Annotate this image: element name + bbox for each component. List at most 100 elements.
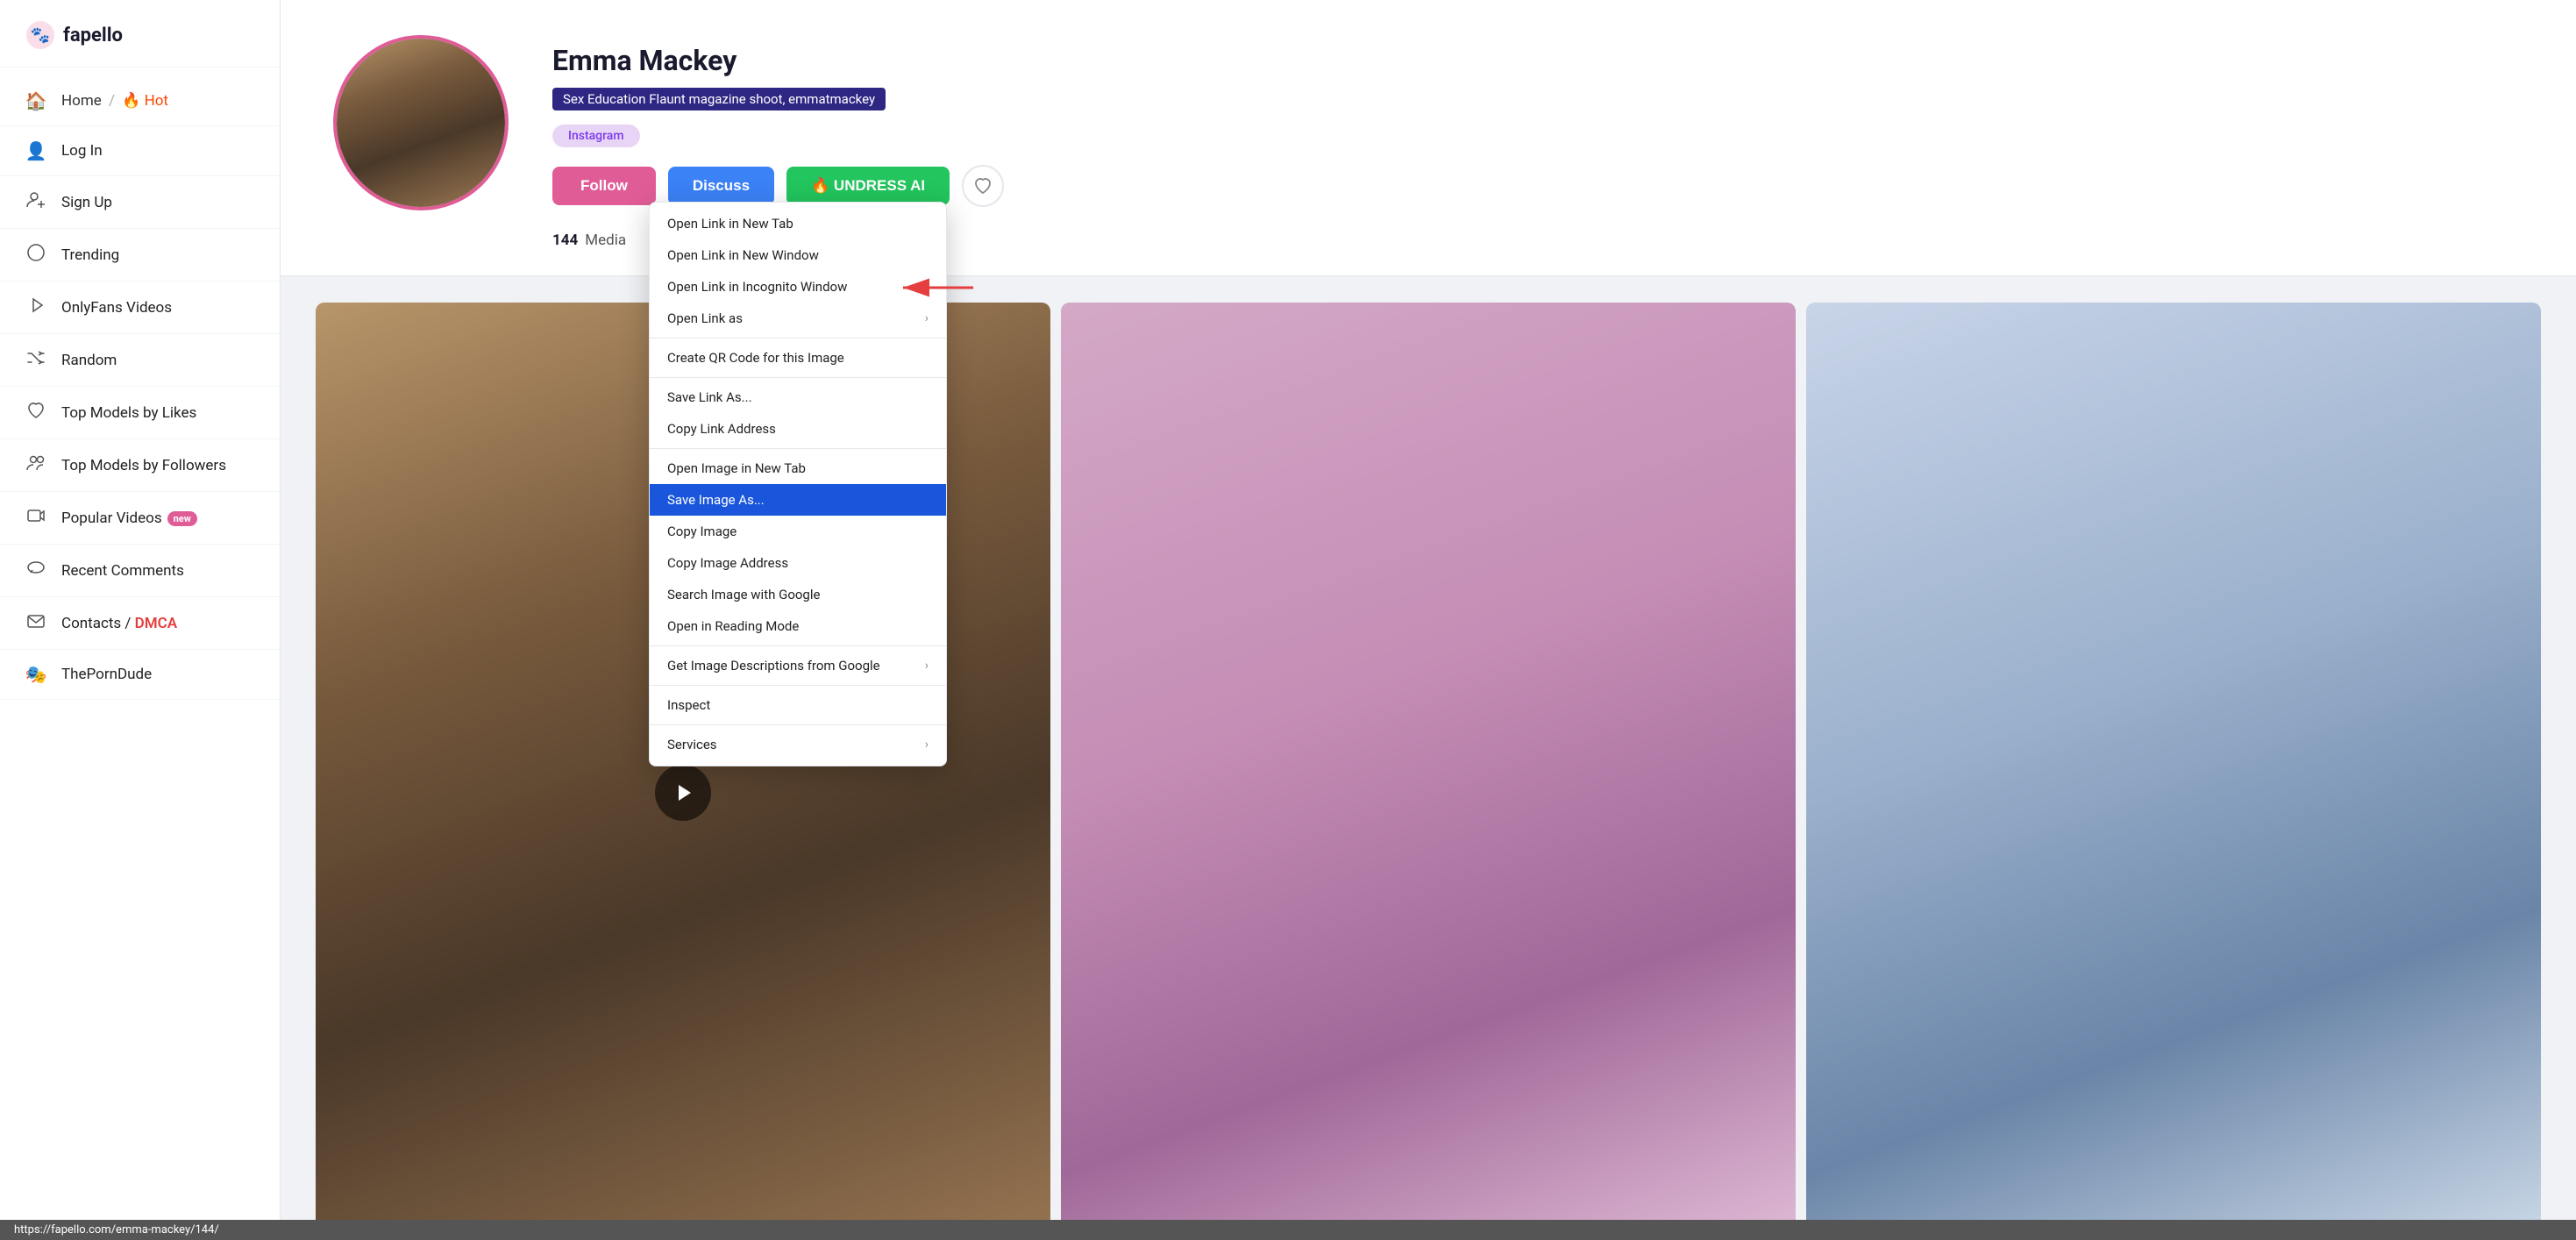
context-menu-item-label: Open Link as <box>667 310 743 326</box>
login-icon: 👤 <box>25 140 47 161</box>
play-icon <box>655 765 711 821</box>
sidebar-item-popular-videos[interactable]: Popular Videosnew <box>0 492 280 545</box>
avatar <box>333 35 509 210</box>
onlyfans-icon <box>25 296 47 319</box>
sidebar-item-trending-label: Trending <box>61 246 119 264</box>
context-menu-item-save-image-as[interactable]: Save Image As... <box>650 484 946 516</box>
sidebar-item-contacts-label: Contacts / DMCA <box>61 615 177 632</box>
profile-subtitle: Sex Education Flaunt magazine shoot, emm… <box>552 88 886 110</box>
media-stat: 144 Media <box>552 232 626 249</box>
sidebar-item-onlyfans[interactable]: OnlyFans Videos <box>0 281 280 334</box>
context-menu-divider <box>650 377 946 378</box>
home-icon: 🏠 <box>25 90 47 111</box>
pornhub-icon: 🎭 <box>25 664 47 685</box>
favorite-button[interactable] <box>962 165 1004 207</box>
trending-icon <box>25 243 47 267</box>
svg-text:🐾: 🐾 <box>31 26 50 45</box>
popular-videos-icon <box>25 506 47 530</box>
follow-button[interactable]: Follow <box>552 167 656 205</box>
context-menu-item-create-qr[interactable]: Create QR Code for this Image <box>650 342 946 374</box>
sidebar-item-top-followers[interactable]: Top Models by Followers <box>0 439 280 492</box>
context-menu-item-copy-image[interactable]: Copy Image <box>650 516 946 547</box>
undress-button[interactable]: 🔥 UNDRESS AI <box>786 167 950 205</box>
status-bar: https://fapello.com/emma-mackey/144/ <box>0 1220 2576 1240</box>
context-menu: Open Link in New Tab Open Link in New Win… <box>649 202 947 766</box>
context-menu-divider <box>650 724 946 725</box>
sidebar-item-onlyfans-label: OnlyFans Videos <box>61 299 172 317</box>
sidebar-nav: 🏠 Home / 🔥 Hot 👤 Log In Sign Up Trending <box>0 68 280 709</box>
logo-icon: 🐾 <box>25 19 56 51</box>
context-menu-item-label: Save Link As... <box>667 389 752 405</box>
context-menu-item-open-link-as[interactable]: Open Link as› <box>650 303 946 334</box>
profile-section: Emma Mackey Sex Education Flaunt magazin… <box>281 0 2576 276</box>
context-menu-item-label: Open Image in New Tab <box>667 460 806 476</box>
context-menu-item-label: Search Image with Google <box>667 587 820 602</box>
sidebar-item-home[interactable]: 🏠 Home / 🔥 Hot <box>0 76 280 126</box>
context-menu-item-label: Services <box>667 737 717 752</box>
logo-text: fapello <box>63 25 123 46</box>
context-menu-item-services[interactable]: Services › <box>650 729 946 760</box>
sidebar-item-contacts[interactable]: Contacts / DMCA <box>0 597 280 650</box>
sidebar-item-popular-videos-label: Popular Videosnew <box>61 510 197 527</box>
context-menu-item-label: Open Link in New Tab <box>667 216 793 232</box>
sidebar-item-random-label: Random <box>61 352 117 369</box>
followers-icon <box>25 453 47 477</box>
media-label: Media <box>585 232 626 249</box>
avatar-wrapper <box>333 35 509 210</box>
comments-icon <box>25 559 47 582</box>
sidebar-item-login[interactable]: 👤 Log In <box>0 126 280 176</box>
context-menu-item-copy-image-address[interactable]: Copy Image Address <box>650 547 946 579</box>
media-card-2[interactable] <box>1061 303 1796 1240</box>
context-menu-divider <box>650 338 946 339</box>
context-menu-item-label: Copy Image Address <box>667 555 788 571</box>
submenu-arrow-icon: › <box>925 738 929 752</box>
profile-name: Emma Mackey <box>552 44 2523 77</box>
context-menu-item-search-google[interactable]: Search Image with Google <box>650 579 946 610</box>
sidebar: 🐾 fapello 🏠 Home / 🔥 Hot 👤 Log In Sign U… <box>0 0 281 1240</box>
discuss-button[interactable]: Discuss <box>668 167 774 205</box>
context-menu-item-label: Inspect <box>667 697 710 713</box>
context-menu-item-open-new-tab[interactable]: Open Link in New Tab <box>650 208 946 239</box>
context-menu-item-copy-link[interactable]: Copy Link Address <box>650 413 946 445</box>
context-menu-item-get-descriptions[interactable]: Get Image Descriptions from Google› <box>650 650 946 681</box>
mail-icon <box>25 611 47 635</box>
main-content: Emma Mackey Sex Education Flaunt magazin… <box>281 0 2576 1240</box>
sidebar-item-top-likes[interactable]: Top Models by Likes <box>0 387 280 439</box>
sidebar-item-recent-comments[interactable]: Recent Comments <box>0 545 280 597</box>
context-menu-divider <box>650 448 946 449</box>
context-menu-item-label: Copy Link Address <box>667 421 776 437</box>
profile-tags: Instagram <box>552 125 2523 147</box>
context-menu-item-reading-mode[interactable]: Open in Reading Mode <box>650 610 946 642</box>
sidebar-item-recent-comments-label: Recent Comments <box>61 562 184 580</box>
signup-icon <box>25 190 47 214</box>
heart-icon <box>25 401 47 424</box>
new-badge: new <box>167 511 197 526</box>
context-menu-item-save-link-as[interactable]: Save Link As... <box>650 381 946 413</box>
logo[interactable]: 🐾 fapello <box>0 0 280 68</box>
sidebar-item-random[interactable]: Random <box>0 334 280 387</box>
instagram-tag[interactable]: Instagram <box>552 125 640 147</box>
context-menu-item-label: Get Image Descriptions from Google <box>667 658 880 673</box>
random-icon <box>25 348 47 372</box>
media-card-3[interactable] <box>1806 303 2541 1240</box>
sidebar-item-signup[interactable]: Sign Up <box>0 176 280 229</box>
context-menu-item-label: Open in Reading Mode <box>667 618 799 634</box>
sidebar-item-home-label: Home / 🔥 Hot <box>61 92 168 110</box>
media-section <box>281 276 2576 1240</box>
sidebar-item-signup-label: Sign Up <box>61 194 112 211</box>
sidebar-item-trending[interactable]: Trending <box>0 229 280 281</box>
context-menu-item-label: Copy Image <box>667 524 737 539</box>
status-url: https://fapello.com/emma-mackey/144/ <box>14 1223 219 1236</box>
sidebar-item-top-likes-label: Top Models by Likes <box>61 404 196 422</box>
context-menu-item-label: Open Link in Incognito Window <box>667 279 847 295</box>
context-menu-item-label: Create QR Code for this Image <box>667 350 844 366</box>
context-menu-item-open-new-window[interactable]: Open Link in New Window <box>650 239 946 271</box>
context-menu-item-open-image-new-tab[interactable]: Open Image in New Tab <box>650 453 946 484</box>
context-menu-item-open-incognito[interactable]: Open Link in Incognito Window <box>650 271 946 303</box>
sidebar-item-pornhub[interactable]: 🎭 ThePornDude <box>0 650 280 700</box>
media-count: 144 <box>552 232 578 249</box>
context-menu-item-inspect[interactable]: Inspect <box>650 689 946 721</box>
sidebar-item-top-followers-label: Top Models by Followers <box>61 457 226 474</box>
sidebar-item-login-label: Log In <box>61 142 103 160</box>
context-menu-divider <box>650 685 946 686</box>
